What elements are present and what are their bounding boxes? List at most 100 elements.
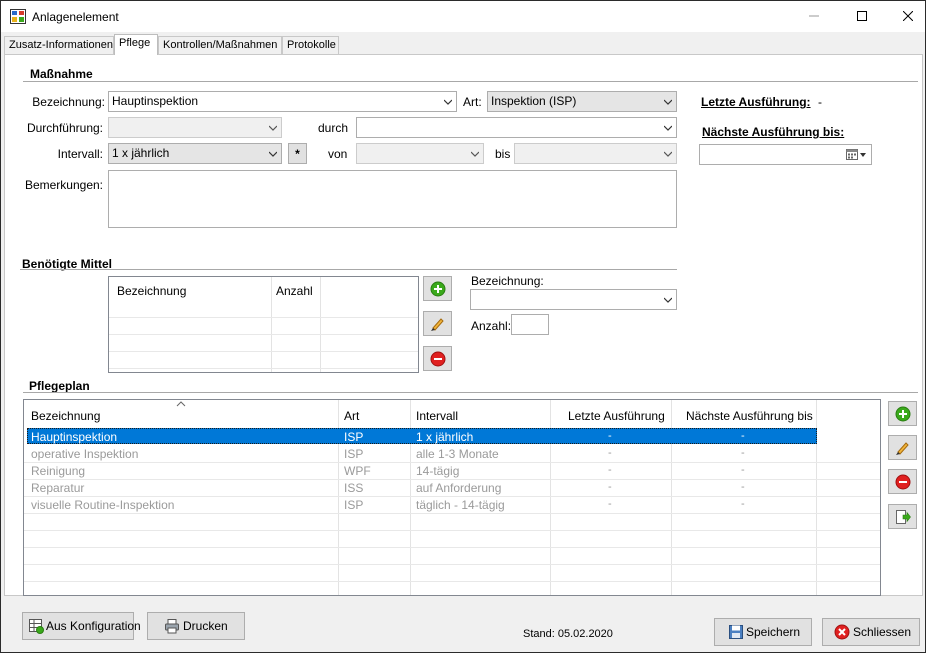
tab-pflege[interactable]: Pflege [114, 34, 158, 55]
drucken-button[interactable]: Drucken [147, 612, 245, 640]
mittel-remove-button[interactable] [423, 346, 452, 371]
cell-bezeichnung[interactable]: Reinigung [31, 464, 85, 478]
cell-bezeichnung[interactable]: operative Inspektion [31, 447, 138, 461]
pflegeplan-col-bezeichnung[interactable]: Bezeichnung [31, 409, 100, 423]
grid-row-line [109, 368, 418, 369]
letzte-ausfuehrung-label: Letzte Ausführung: [701, 95, 811, 109]
maximize-button[interactable] [839, 1, 885, 32]
minimize-icon [809, 15, 819, 17]
intervall-custom-button[interactable]: * [288, 143, 307, 164]
cell-intervall: alle 1-3 Monate [416, 447, 499, 461]
tab-label: Zusatz-Informationen [9, 39, 113, 51]
tab-label: Protokolle [287, 39, 336, 51]
section-title-massnahme: Maßnahme [30, 67, 93, 81]
intervall-combo[interactable]: 1 x jährlich [108, 143, 282, 164]
tab-zusatz-informationen[interactable]: Zusatz-Informationen [4, 36, 114, 54]
aus-konfiguration-label: Aus Konfiguration [46, 619, 141, 633]
pflegeplan-col-naechste-ausfuehrung[interactable]: Nächste Ausführung bis [686, 409, 813, 423]
pflegeplan-edit-button[interactable] [888, 435, 917, 460]
cell-naechste: - [741, 430, 745, 442]
cell-naechste: - [741, 498, 745, 510]
bezeichnung-combo[interactable]: Hauptinspektion [108, 91, 457, 112]
pflegeplan-export-button[interactable] [888, 504, 917, 529]
printer-icon [165, 619, 179, 634]
pflegeplan-add-button[interactable] [888, 401, 917, 426]
maximize-icon [857, 11, 867, 21]
durch-label: durch [318, 121, 349, 135]
grid-column-divider [271, 277, 272, 372]
chevron-down-icon [664, 297, 672, 303]
bis-combo[interactable] [514, 143, 677, 164]
add-icon [895, 406, 911, 422]
pflegeplan-col-letzte-ausfuehrung[interactable]: Letzte Ausführung [568, 409, 665, 423]
bis-label: bis [495, 147, 511, 161]
von-label: von [328, 147, 348, 161]
von-combo[interactable] [356, 143, 484, 164]
speichern-button[interactable]: Speichern [714, 618, 812, 646]
tab-label: Pflege [119, 37, 151, 49]
grid-row-line [24, 479, 880, 480]
cell-naechste: - [741, 464, 745, 476]
bemerkungen-textarea[interactable] [108, 170, 677, 228]
tab-label: Kontrollen/Maßnahmen [163, 39, 278, 51]
pflegeplan-remove-button[interactable] [888, 469, 917, 494]
art-value: Inspektion (ISP) [491, 94, 577, 108]
art-label: Art: [463, 95, 482, 109]
save-icon [729, 625, 743, 639]
grid-row-line [109, 351, 418, 352]
pflegeplan-col-intervall[interactable]: Intervall [416, 409, 458, 423]
drucken-label: Drucken [183, 619, 228, 633]
mittel-edit-button[interactable] [423, 311, 452, 336]
bemerkungen-label: Bemerkungen: [24, 178, 103, 192]
pflegeplan-grid[interactable]: Bezeichnung Art Intervall Letzte Ausführ… [23, 399, 881, 596]
tab-protokolle[interactable]: Protokolle [282, 36, 339, 54]
grid-row-line [24, 513, 880, 514]
letzte-ausfuehrung-value: - [818, 95, 822, 109]
mittel-anzahl-input[interactable] [511, 314, 549, 335]
cell-intervall: 14-tägig [416, 464, 460, 478]
grid-row-line [109, 317, 418, 318]
mittel-grid[interactable]: Bezeichnung Anzahl [108, 276, 419, 373]
export-icon [896, 510, 911, 524]
aus-konfiguration-button[interactable]: Aus Konfiguration [22, 612, 141, 640]
window-title: Anlagenelement [32, 10, 119, 24]
pencil-icon [431, 318, 444, 331]
cell-naechste: - [741, 481, 745, 493]
cell-bezeichnung[interactable]: visuelle Routine-Inspektion [31, 498, 174, 512]
mittel-bezeichnung-combo[interactable] [470, 289, 677, 310]
cell-art: ISP [344, 447, 364, 461]
chevron-down-icon [664, 151, 672, 157]
pflegeplan-col-art[interactable]: Art [344, 409, 359, 423]
sort-ascending-icon [176, 401, 186, 407]
grid-row-line [109, 334, 418, 335]
schliessen-button[interactable]: Schliessen [822, 618, 920, 646]
cell-art: WPF [344, 464, 371, 478]
mittel-add-button[interactable] [423, 276, 452, 301]
chevron-down-icon [269, 151, 277, 157]
cell-art: ISP [344, 498, 364, 512]
chevron-down-icon [664, 99, 672, 105]
mittel-col-anzahl[interactable]: Anzahl [276, 284, 313, 298]
cell-intervall: auf Anforderung [416, 481, 502, 495]
chevron-down-icon [471, 151, 479, 157]
minimize-button[interactable] [791, 1, 837, 32]
grid-column-divider [320, 277, 321, 372]
close-window-button[interactable] [885, 1, 926, 32]
window: Anlagenelement Zusatz-Informationen Pfle… [0, 0, 926, 653]
naechste-ausfuehrung-label: Nächste Ausführung bis: [702, 125, 845, 139]
mittel-anzahl-label: Anzahl: [471, 319, 512, 333]
remove-icon [430, 351, 446, 367]
cell-letzte: - [608, 481, 612, 493]
grid-row-line [24, 547, 880, 548]
cell-art: ISS [344, 481, 364, 495]
mittel-col-bezeichnung[interactable]: Bezeichnung [117, 284, 186, 298]
tab-kontrollen-massnahmen[interactable]: Kontrollen/Maßnahmen [158, 36, 282, 54]
calendar-icon [846, 149, 866, 160]
art-combo[interactable]: Inspektion (ISP) [487, 91, 677, 112]
cell-bezeichnung[interactable]: Reparatur [31, 481, 84, 495]
durchfuehrung-combo[interactable] [108, 117, 282, 138]
bezeichnung-value: Hauptinspektion [112, 94, 199, 108]
chevron-down-icon [444, 99, 452, 105]
naechste-ausfuehrung-datepicker[interactable] [699, 144, 872, 165]
durch-combo[interactable] [356, 117, 677, 138]
